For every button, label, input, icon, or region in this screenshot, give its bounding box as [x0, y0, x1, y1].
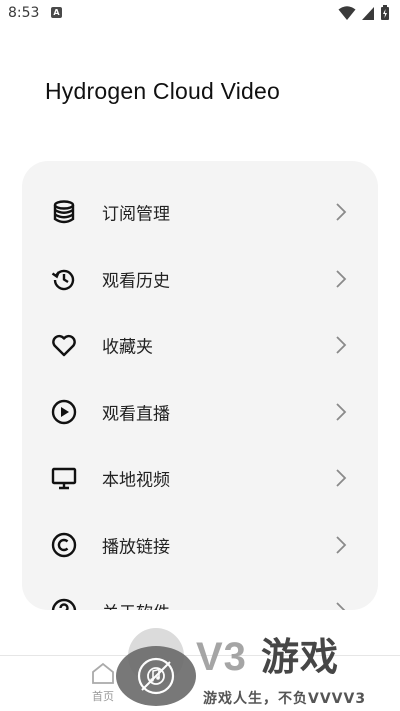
- chevron-right-icon: [336, 602, 346, 610]
- menu-item-label: 订阅管理: [102, 204, 170, 225]
- watermark-logo-cn: 游戏: [260, 637, 339, 679]
- battery-icon: [381, 5, 389, 20]
- database-icon: [50, 198, 78, 226]
- menu-item-subscriptions[interactable]: 订阅管理: [22, 179, 378, 246]
- nav-home[interactable]: 首页: [88, 662, 118, 704]
- watermark-logo-text: V3: [196, 635, 247, 679]
- chevron-right-icon: [336, 536, 347, 554]
- chevron-right-icon: [336, 270, 347, 288]
- heart-icon: [50, 331, 78, 359]
- music-player-button[interactable]: [116, 646, 196, 706]
- monitor-icon: [50, 464, 78, 492]
- menu-card: 订阅管理 观看历史 收藏夹 观看直播 本地视频 播放链接: [22, 161, 378, 610]
- chevron-right-icon: [336, 469, 347, 487]
- menu-item-about[interactable]: 关于软件: [22, 578, 378, 610]
- copyright-icon: [50, 531, 78, 559]
- menu-item-label: 观看直播: [102, 404, 170, 425]
- status-bar: 8:53 A: [0, 0, 400, 28]
- menu-item-label: 观看历史: [102, 271, 170, 292]
- watermark-logo: V3 游戏: [196, 626, 339, 681]
- menu-item-local-video[interactable]: 本地视频: [22, 445, 378, 512]
- chevron-right-icon: [336, 336, 347, 354]
- menu-item-favorites[interactable]: 收藏夹: [22, 312, 378, 379]
- menu-item-label: 收藏夹: [102, 337, 153, 358]
- watermark-tagline: 游戏人生，不负VVVV3: [203, 691, 367, 707]
- history-icon: [50, 265, 78, 293]
- wifi-icon: [338, 6, 356, 20]
- menu-item-label: 关于软件: [102, 599, 170, 610]
- notification-icon: A: [51, 7, 62, 18]
- menu-item-live[interactable]: 观看直播: [22, 379, 378, 446]
- help-icon: [50, 597, 78, 610]
- menu-item-label: 本地视频: [102, 470, 170, 491]
- menu-item-play-link[interactable]: 播放链接: [22, 512, 378, 579]
- status-time: 8:53: [8, 5, 40, 21]
- chevron-right-icon: [336, 403, 347, 421]
- menu-item-label: 播放链接: [102, 537, 170, 558]
- nav-home-label: 首页: [92, 690, 114, 703]
- home-icon: [92, 662, 114, 684]
- app-title: Hydrogen Cloud Video: [45, 78, 281, 104]
- music-disc-icon: [137, 657, 175, 695]
- menu-item-history[interactable]: 观看历史: [22, 246, 378, 313]
- play-circle-icon: [50, 398, 78, 426]
- status-icons: [338, 5, 390, 21]
- signal-icon: [361, 7, 374, 20]
- chevron-right-icon: [336, 203, 347, 221]
- menu-list: 订阅管理 观看历史 收藏夹 观看直播 本地视频 播放链接: [22, 179, 378, 610]
